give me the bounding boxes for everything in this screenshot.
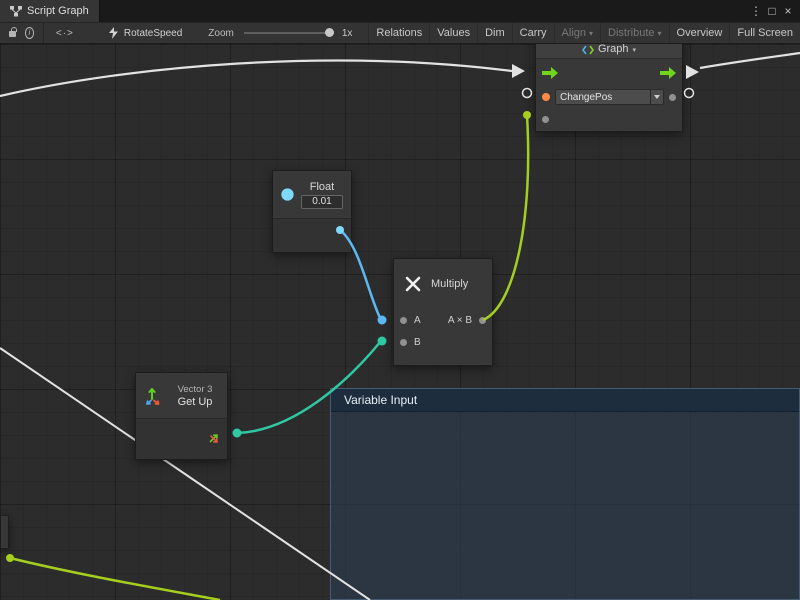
window-controls: ⋮ □ × xyxy=(748,0,800,22)
toolbar-buttons: Relations Values Dim Carry Align ▾ Distr… xyxy=(368,23,800,43)
dropdown-button[interactable] xyxy=(650,90,663,104)
relations-button[interactable]: Relations xyxy=(368,23,429,43)
fullscreen-button[interactable]: Full Screen xyxy=(729,23,800,43)
value-port[interactable] xyxy=(669,94,676,101)
unity-script-graph-window: Script Graph ⋮ □ × i <·> RotateSpeed Zoo… xyxy=(0,0,800,600)
zoom-label: Zoom xyxy=(208,28,234,39)
distribute-button-label: Distribute xyxy=(608,27,654,39)
flow-arrowhead-out xyxy=(686,65,699,79)
event-node-input-row xyxy=(536,107,682,131)
offscreen-result-wire[interactable] xyxy=(10,558,220,600)
multiply-node[interactable]: Multiply A A × B B xyxy=(393,258,493,366)
event-node-variable-row: ChangePos xyxy=(536,87,682,107)
input-a-label: A xyxy=(414,315,421,326)
flow-out-port[interactable] xyxy=(660,67,676,79)
carry-button[interactable]: Carry xyxy=(512,23,554,43)
window-menu-icon[interactable]: ⋮ xyxy=(748,4,764,18)
vector-node-port-strip xyxy=(136,418,227,459)
window-maximize-icon[interactable]: □ xyxy=(764,4,780,18)
values-button[interactable]: Values xyxy=(429,23,477,43)
zoom-slider-knob[interactable] xyxy=(325,28,334,37)
event-node[interactable]: Graph ▾ ChangePos xyxy=(535,44,683,132)
variable-port[interactable] xyxy=(542,93,550,101)
subgraph-icon xyxy=(582,45,594,55)
variable-dropdown-value: ChangePos xyxy=(556,92,650,103)
vector3-icon xyxy=(144,386,164,406)
zoom-value: 1x xyxy=(342,28,353,39)
multiply-row-b: B xyxy=(394,331,492,353)
float-node-port-strip xyxy=(273,218,351,252)
multiply-row-a: A A × B xyxy=(394,309,492,331)
offscreen-node-stub[interactable] xyxy=(0,515,9,549)
chevron-down-icon xyxy=(654,95,660,99)
vector-node-type: Vector 3 xyxy=(178,384,213,395)
vector3-output-port[interactable] xyxy=(207,432,220,445)
event-node-flow-row xyxy=(536,59,682,87)
float-value-input[interactable]: 0.01 xyxy=(301,195,343,209)
zoom-control: Zoom 1x xyxy=(208,28,358,39)
chevron-down-icon: ▾ xyxy=(589,29,593,38)
tab-bar: Script Graph ⋮ □ × xyxy=(0,0,800,22)
graph-canvas[interactable]: Variable Input Graph ▾ xyxy=(0,44,800,600)
dim-button[interactable]: Dim xyxy=(477,23,512,43)
variable-dropdown[interactable]: ChangePos xyxy=(555,89,664,105)
chevron-down-icon: ▾ xyxy=(633,46,637,55)
event-node-header[interactable]: Graph ▾ xyxy=(536,44,682,59)
value-port[interactable] xyxy=(542,116,549,123)
group-variable-input[interactable]: Variable Input xyxy=(330,388,800,600)
flow-arrowhead-in xyxy=(512,64,525,78)
float-wire-endpoint[interactable] xyxy=(378,316,387,325)
chevron-down-icon: ▾ xyxy=(658,29,662,38)
multiply-node-header: Multiply xyxy=(394,259,492,309)
vector-node-labels: Vector 3 Get Up xyxy=(171,384,219,408)
vector3-get-up-node[interactable]: Vector 3 Get Up xyxy=(135,372,228,460)
group-header[interactable]: Variable Input xyxy=(331,389,799,412)
overview-button[interactable]: Overview xyxy=(669,23,730,43)
unconnected-port-circle[interactable] xyxy=(523,89,532,98)
graph-toolbar: i <·> RotateSpeed Zoom 1x Relations Valu… xyxy=(0,22,800,44)
vector-wire-endpoint[interactable] xyxy=(378,337,387,346)
event-node-title: Graph xyxy=(598,44,629,55)
flow-wire-out[interactable] xyxy=(700,53,800,68)
input-port-b[interactable] xyxy=(400,339,407,346)
float-node[interactable]: Float 0.01 xyxy=(272,170,352,253)
float-node-fields: Float 0.01 xyxy=(301,181,343,209)
graph-name: RotateSpeed xyxy=(124,28,182,39)
group-title: Variable Input xyxy=(344,393,417,407)
unconnected-port-circle[interactable] xyxy=(685,89,694,98)
align-button[interactable]: Align ▾ xyxy=(554,23,600,43)
tab-script-graph[interactable]: Script Graph xyxy=(0,0,100,22)
zoom-slider[interactable] xyxy=(244,32,334,34)
window-close-icon[interactable]: × xyxy=(780,4,796,18)
output-port[interactable] xyxy=(479,317,486,324)
vector-wire-start[interactable] xyxy=(233,429,242,438)
vector-node-action: Get Up xyxy=(178,396,213,408)
lock-icon[interactable] xyxy=(9,31,16,37)
float-node-title: Float xyxy=(310,181,334,193)
info-icon[interactable]: i xyxy=(25,27,34,39)
graph-breadcrumb[interactable]: RotateSpeed xyxy=(108,27,182,39)
multiply-node-title: Multiply xyxy=(431,278,468,290)
flow-wire-in[interactable] xyxy=(0,61,512,96)
code-icon[interactable]: <·> xyxy=(44,28,86,39)
graph-asset-icon xyxy=(108,27,119,39)
distribute-button[interactable]: Distribute ▾ xyxy=(600,23,668,43)
offscreen-wire-start[interactable] xyxy=(6,554,14,562)
multiply-icon xyxy=(404,275,422,293)
float-type-icon xyxy=(281,185,294,204)
align-button-label: Align xyxy=(562,27,586,39)
result-wire-endpoint[interactable] xyxy=(523,111,531,119)
script-graph-icon xyxy=(10,6,22,17)
vector-node-header: Vector 3 Get Up xyxy=(136,373,227,418)
tab-title: Script Graph xyxy=(27,5,89,17)
input-port-a[interactable] xyxy=(400,317,407,324)
float-node-header: Float 0.01 xyxy=(273,171,351,218)
input-b-label: B xyxy=(414,337,421,348)
output-label: A × B xyxy=(448,315,472,326)
flow-in-port[interactable] xyxy=(542,67,558,79)
